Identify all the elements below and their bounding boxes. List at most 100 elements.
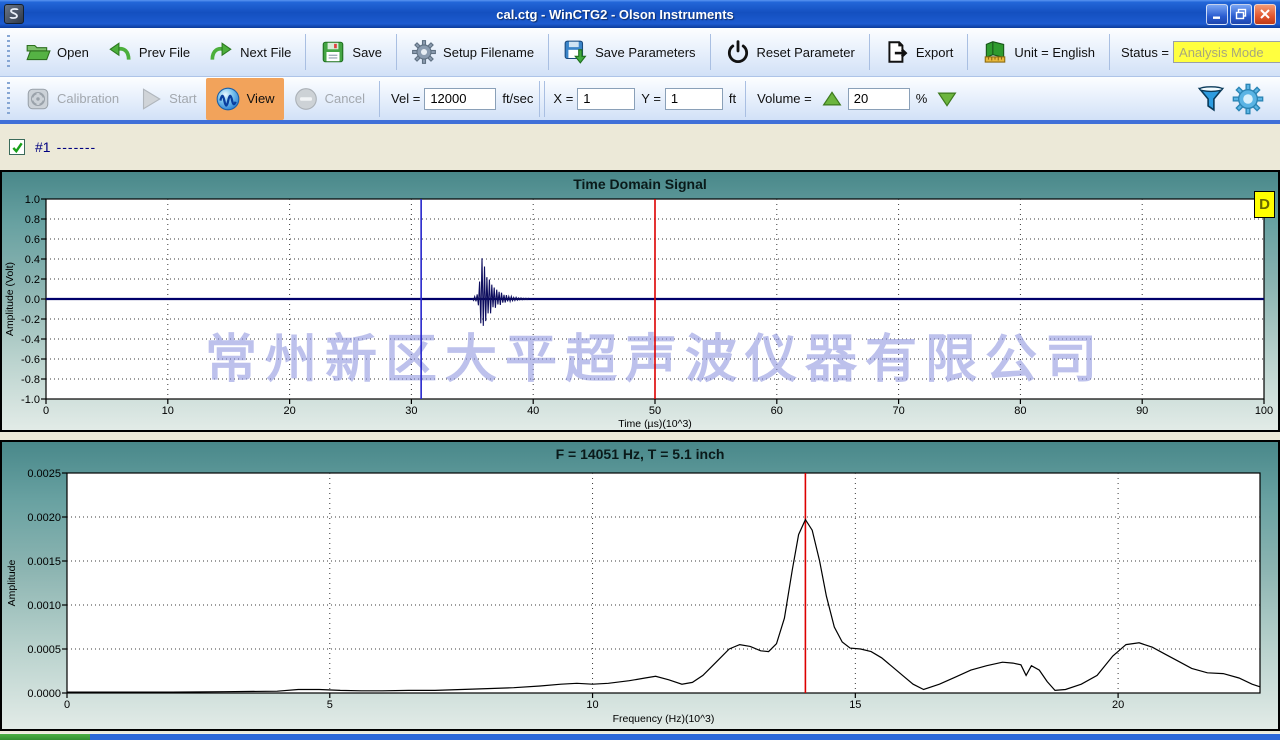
prev-file-button[interactable]: Prev File [98, 31, 199, 73]
settings-button[interactable] [1230, 78, 1274, 120]
svg-text:-0.6: -0.6 [21, 354, 40, 366]
svg-text:20: 20 [283, 405, 295, 417]
toolbar-grip[interactable] [7, 82, 10, 116]
channel-1-checkbox[interactable] [9, 139, 25, 155]
close-icon [1259, 8, 1271, 20]
next-file-arrow-icon [208, 39, 234, 65]
save-floppy-icon [320, 39, 346, 65]
unit-button[interactable]: Unit = English [973, 31, 1104, 73]
app-logo-icon [7, 7, 21, 21]
svg-text:0: 0 [43, 405, 49, 417]
restore-button[interactable] [1230, 4, 1252, 25]
separator [745, 81, 746, 117]
setup-gear-icon [411, 39, 437, 65]
svg-text:0.0000: 0.0000 [27, 688, 61, 700]
separator [305, 34, 306, 70]
app-icon [4, 4, 24, 24]
svg-text:5: 5 [327, 699, 333, 711]
separator [539, 81, 540, 117]
main-toolbar: Open Prev File Next File [0, 28, 1280, 77]
unit-book-icon [982, 39, 1008, 65]
open-button[interactable]: Open [16, 31, 98, 73]
channel-row: #1 ------- [0, 124, 1280, 170]
save-parameters-icon [563, 39, 589, 65]
svg-text:0.0010: 0.0010 [27, 600, 61, 612]
channel-1-label: #1 [35, 139, 51, 155]
svg-text:0.0025: 0.0025 [27, 468, 61, 480]
titlebar: cal.ctg - WinCTG2 - Olson Instruments [0, 0, 1280, 28]
svg-text:0.0005: 0.0005 [27, 644, 61, 656]
open-folder-icon [25, 39, 51, 65]
time-domain-chart: 1.00.80.60.40.20.0-0.2-0.4-0.6-0.8-1.001… [0, 170, 1280, 432]
volume-label: Volume = [757, 91, 812, 106]
taskbar[interactable] [0, 733, 1280, 740]
separator [1109, 34, 1110, 70]
next-file-button[interactable]: Next File [199, 31, 300, 73]
separator [544, 81, 545, 117]
svg-text:20: 20 [1112, 699, 1124, 711]
minimize-icon [1211, 8, 1223, 20]
x-label: X = [553, 91, 573, 106]
separator [396, 34, 397, 70]
y-label: Y = [641, 91, 661, 106]
cancel-icon [293, 86, 319, 112]
view-button[interactable]: View [206, 78, 284, 120]
svg-text:10: 10 [586, 699, 598, 711]
svg-text:0.2: 0.2 [25, 274, 40, 286]
control-toolbar: Calibration Start View [0, 77, 1280, 124]
vel-label: Vel = [391, 91, 420, 106]
settings-gear-icon [1232, 83, 1264, 115]
svg-text:50: 50 [649, 405, 661, 417]
calibration-button[interactable]: Calibration [16, 78, 128, 120]
x-input[interactable] [577, 88, 635, 110]
calibration-icon [25, 86, 51, 112]
time-domain-plot[interactable]: 1.00.80.60.40.20.0-0.2-0.4-0.6-0.8-1.001… [2, 172, 1278, 430]
xy-unit-label: ft [729, 91, 736, 106]
status-field[interactable] [1173, 41, 1280, 63]
svg-text:-0.4: -0.4 [21, 334, 40, 346]
cancel-button[interactable]: Cancel [284, 78, 374, 120]
reset-parameter-label: Reset Parameter [757, 45, 855, 60]
svg-text:80: 80 [1014, 405, 1026, 417]
y-input[interactable] [665, 88, 723, 110]
volume-up-button[interactable] [822, 89, 842, 109]
calibration-label: Calibration [57, 91, 119, 106]
toolbar-grip[interactable] [7, 35, 10, 69]
frequency-spectrum-plot[interactable]: 0.00000.00050.00100.00150.00200.00250510… [2, 442, 1278, 729]
vel-input[interactable] [424, 88, 496, 110]
next-file-label: Next File [240, 45, 291, 60]
restore-icon [1235, 8, 1247, 20]
filter-funnel-icon [1196, 83, 1226, 115]
prev-file-label: Prev File [139, 45, 190, 60]
start-menu-button[interactable] [0, 734, 90, 740]
volume-input[interactable] [848, 88, 910, 110]
close-button[interactable] [1254, 4, 1276, 25]
svg-text:-0.8: -0.8 [21, 374, 40, 386]
svg-text:1.0: 1.0 [25, 194, 40, 206]
minimize-button[interactable] [1206, 4, 1228, 25]
frequency-spectrum-chart: 0.00000.00050.00100.00150.00200.00250510… [0, 440, 1280, 731]
view-wave-icon [215, 86, 241, 112]
start-button[interactable]: Start [128, 78, 205, 120]
reset-parameter-button[interactable]: Reset Parameter [716, 31, 864, 73]
svg-text:Time (µs)(10^3): Time (µs)(10^3) [618, 418, 692, 430]
save-label: Save [352, 45, 382, 60]
setup-filename-button[interactable]: Setup Filename [402, 31, 543, 73]
time-domain-title: Time Domain Signal [2, 176, 1278, 192]
volume-down-triangle-icon [937, 89, 957, 109]
save-button[interactable]: Save [311, 31, 391, 73]
volume-down-button[interactable] [937, 89, 957, 109]
separator [869, 34, 870, 70]
svg-text:Amplitude (Volt): Amplitude (Volt) [4, 262, 16, 336]
prev-file-arrow-icon [107, 39, 133, 65]
save-parameters-button[interactable]: Save Parameters [554, 31, 704, 73]
export-button[interactable]: Export [875, 31, 963, 73]
save-parameters-label: Save Parameters [595, 45, 695, 60]
open-label: Open [57, 45, 89, 60]
volume-up-triangle-icon [822, 89, 842, 109]
cancel-label: Cancel [325, 91, 365, 106]
svg-text:15: 15 [849, 699, 861, 711]
d-badge-button[interactable]: D [1254, 191, 1275, 218]
filter-button[interactable] [1192, 78, 1230, 120]
svg-text:10: 10 [162, 405, 174, 417]
